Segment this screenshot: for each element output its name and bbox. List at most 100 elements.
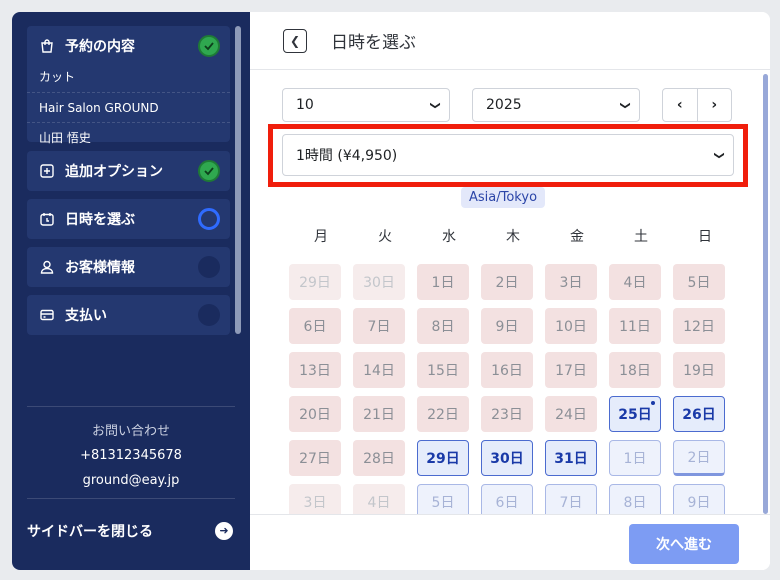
plus-square-icon [39,163,55,179]
summary-salon: Hair Salon GROUND [27,92,230,122]
summary-header: 予約の内容 [27,26,230,66]
calendar-day[interactable]: 9日 [673,484,725,514]
calendar-day[interactable]: 29日 [417,440,469,476]
weekday-label: 木 [506,229,520,245]
calendar-day[interactable]: 8日 [609,484,661,514]
calendar-day: 4日 [609,264,661,300]
today-dot-icon [651,401,655,405]
calendar-day: 2日 [481,264,533,300]
done-check-icon [198,160,220,182]
contact-email[interactable]: ground@eay.jp [27,468,235,493]
calendar-day: 3日 [545,264,597,300]
main-scrollbar[interactable] [763,74,768,514]
prev-month-button[interactable]: ‹ [663,89,698,121]
calendar-day[interactable]: 7日 [545,484,597,514]
calendar-day: 11日 [609,308,661,344]
calendar-day: 20日 [289,396,341,432]
calendar-day: 9日 [481,308,533,344]
chevron-left-icon: ❮ [289,33,301,48]
calendar-day: 5日 [673,264,725,300]
bag-icon [39,38,55,54]
calendar-day[interactable]: 31日 [545,440,597,476]
step-datetime[interactable]: 日時を選ぶ [27,199,230,239]
calendar-day: 12日 [673,308,725,344]
step-customer-label: お客様情報 [65,260,135,276]
month-value: 10 [296,97,314,113]
weekday-header: 月火水木金土日 [289,226,737,246]
next-button[interactable]: 次へ進む [629,524,739,564]
calendar-day[interactable]: 6日 [481,484,533,514]
calendar-day[interactable]: 26日 [673,396,725,432]
footer-bar: 次へ進む [250,514,770,570]
weekday-label: 金 [570,229,584,245]
summary-label: 予約の内容 [65,39,135,55]
back-button[interactable]: ❮ [283,28,307,53]
calendar-day: 21日 [353,396,405,432]
calendar-day: 4日 [353,484,405,514]
calendar-day: 30日 [353,264,405,300]
calendar-grid: 29日 30日 1日 2日 3日 4日 5日 6日 7日 8日 9日 10日 11日 12日 13日 14日 1… [289,264,737,514]
calendar-day[interactable]: 5日 [417,484,469,514]
calendar-day: 22日 [417,396,469,432]
arrow-right-icon: ➜ [215,521,233,540]
weekday-label: 日 [698,229,712,245]
duration-value: 1時間 (¥4,950) [296,148,398,164]
step-payment[interactable]: 支払い [27,295,230,335]
calendar-day: 14日 [353,352,405,388]
weekday-label: 水 [442,229,456,245]
step-customer-info[interactable]: お客様情報 [27,247,230,287]
summary-staff: 山田 悟史 [27,122,230,152]
calendar-day: 10日 [545,308,597,344]
close-sidebar-button[interactable]: サイドバーを閉じる ➜ [27,498,235,562]
person-icon [39,259,55,275]
calendar-day: 19日 [673,352,725,388]
calendar-day: 3日 [289,484,341,514]
calendar-day: 16日 [481,352,533,388]
app-frame: 予約の内容 カット Hair Salon GROUND 山田 悟史 追加オプショ… [12,12,770,570]
year-select[interactable]: 2025 ❯ [472,88,640,122]
calendar-day: 6日 [289,308,341,344]
calendar-day[interactable]: 25日 [609,396,661,432]
step-datetime-label: 日時を選ぶ [65,212,135,228]
step-options[interactable]: 追加オプション [27,151,230,191]
main-panel: ❮ 日時を選ぶ 10 ❯ 2025 ❯ ‹ › 1時間 (¥4,950) ❯ A… [250,12,770,570]
sidebar-scrollbar[interactable] [235,26,241,334]
next-month-button[interactable]: › [698,89,732,121]
page-title: 日時を選ぶ [331,33,416,53]
calendar-clock-icon [39,211,55,227]
month-select[interactable]: 10 ❯ [282,88,450,122]
calendar-day: 24日 [545,396,597,432]
calendar-day: 1日 [417,264,469,300]
calendar-day: 27日 [289,440,341,476]
calendar-day[interactable]: 30日 [481,440,533,476]
calendar-day: 23日 [481,396,533,432]
weekday-label: 月 [314,229,328,245]
pending-step-indicator [198,304,220,326]
calendar-day: 7日 [353,308,405,344]
calendar-day[interactable]: 1日 [609,440,661,476]
calendar-day: 29日 [289,264,341,300]
calendar-day: 13日 [289,352,341,388]
chevron-down-icon: ❯ [713,150,725,160]
weekday-label: 土 [634,229,648,245]
calendar-day: 18日 [609,352,661,388]
credit-card-icon [39,307,55,323]
calendar-day: 8日 [417,308,469,344]
booking-summary-card: 予約の内容 カット Hair Salon GROUND 山田 悟史 [27,26,230,145]
chevron-down-icon: ❯ [619,100,631,110]
calendar-day: 17日 [545,352,597,388]
sidebar: 予約の内容 カット Hair Salon GROUND 山田 悟史 追加オプショ… [12,12,250,570]
chevron-down-icon: ❯ [429,100,441,110]
summary-service: カット [39,70,76,84]
calendar-day[interactable]: 2日 [673,440,725,476]
current-step-indicator [198,208,220,230]
month-nav: ‹ › [662,88,732,122]
calendar-day: 15日 [417,352,469,388]
weekday-label: 火 [378,229,392,245]
duration-select[interactable]: 1時間 (¥4,950) ❯ [282,134,734,176]
page-header: ❮ 日時を選ぶ [250,12,770,70]
contact-section: お問い合わせ +81312345678 ground@eay.jp [27,406,235,493]
step-options-label: 追加オプション [65,164,163,180]
contact-phone[interactable]: +81312345678 [27,443,235,468]
contact-title: お問い合わせ [91,424,170,439]
